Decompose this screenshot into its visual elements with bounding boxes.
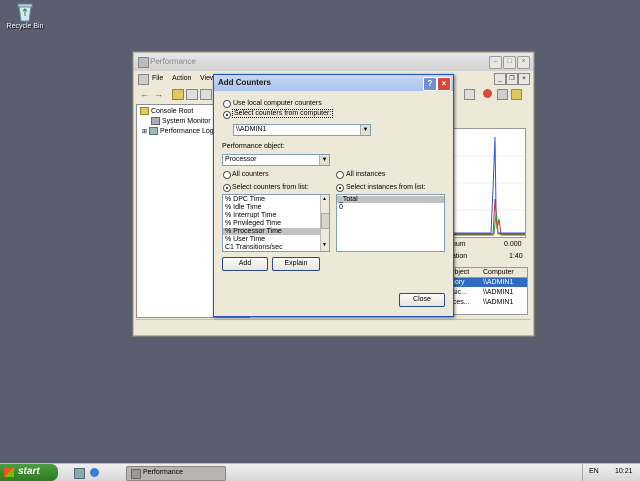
clock[interactable]: 10:21 <box>615 468 633 475</box>
expand-plus-icon: ⊞ <box>142 128 148 135</box>
counters-scrollbar[interactable]: ▲ ▼ <box>320 195 329 251</box>
menu-action[interactable]: Action <box>172 75 191 82</box>
list-item[interactable]: C1 Transitions/sec <box>225 244 283 251</box>
all-instances-label: All instances <box>346 171 386 178</box>
child-close-button[interactable]: × <box>518 73 530 85</box>
system-tray: EN 10:21 <box>582 464 640 481</box>
performance-graph <box>452 128 526 238</box>
quicklaunch-explorer-icon[interactable] <box>74 468 85 479</box>
dialog-close-x-button[interactable]: × <box>437 77 451 91</box>
scroll-down-icon[interactable]: ▼ <box>322 242 327 248</box>
all-counters-label: All counters <box>232 171 269 178</box>
select-instances-radio[interactable] <box>336 184 344 192</box>
recycle-bin-desktop-icon[interactable]: Recycle Bin <box>4 2 46 30</box>
scroll-up-icon[interactable]: ▲ <box>322 196 327 202</box>
taskbar: start Performance EN 10:21 <box>0 463 640 481</box>
child-restore-button[interactable]: ❐ <box>506 73 518 85</box>
taskbar-performance-button[interactable]: Performance <box>126 466 226 481</box>
list-item[interactable]: % DPC Time <box>225 196 265 203</box>
task-label: Performance <box>143 469 184 476</box>
mmc-icon <box>138 74 149 85</box>
table-row[interactable]: mory \\ADMIN1 <box>447 278 527 287</box>
close-window-button[interactable]: × <box>517 56 530 69</box>
close-button[interactable]: Close <box>399 293 445 307</box>
language-indicator[interactable]: EN <box>589 468 599 475</box>
recycle-bin-icon <box>16 2 34 22</box>
list-item[interactable]: % Interrupt Time <box>225 212 276 219</box>
table-row[interactable]: ysic... \\ADMIN1 <box>447 288 527 297</box>
minimize-button[interactable]: – <box>489 56 502 69</box>
graph-lines <box>453 136 525 236</box>
select-computer-radio[interactable] <box>223 111 231 119</box>
performance-task-icon <box>131 469 141 479</box>
performance-window-title: Performance <box>150 57 196 66</box>
performance-title-bar[interactable]: Performance – □ × <box>134 53 533 71</box>
tree-item-console-root[interactable]: Console Root <box>140 107 193 115</box>
child-minimize-button[interactable]: _ <box>494 73 506 85</box>
all-instances-radio[interactable] <box>336 171 344 179</box>
table-row[interactable]: oces... \\ADMIN1 <box>447 298 527 307</box>
select-counters-radio[interactable] <box>223 184 231 192</box>
logs-icon <box>148 127 158 135</box>
status-bar <box>136 319 530 332</box>
use-local-label: Use local computer counters <box>233 100 322 107</box>
computer-select[interactable]: \\ADMIN1 ▼ <box>233 124 371 136</box>
grid-header-computer[interactable]: Computer <box>483 269 514 276</box>
all-counters-radio[interactable] <box>223 171 231 179</box>
list-item[interactable]: 0 <box>339 204 343 211</box>
dialog-title-bar[interactable]: Add Counters ? × <box>214 75 453 91</box>
monitor-icon <box>151 117 160 125</box>
start-label: start <box>18 466 40 477</box>
menu-file[interactable]: File <box>152 75 163 82</box>
up-folder-icon[interactable] <box>172 89 184 100</box>
folder-icon <box>140 107 149 115</box>
select-computer-label: Select counters from computer: <box>232 109 334 118</box>
quicklaunch-ie-icon[interactable] <box>90 468 99 477</box>
back-arrow-icon[interactable]: ← <box>140 89 149 99</box>
properties-icon[interactable] <box>464 89 475 100</box>
show-hide-tree-icon[interactable] <box>186 89 198 100</box>
minimum-value: 0.000 <box>504 241 522 248</box>
select-counters-label: Select counters from list: <box>232 184 309 191</box>
list-item-selected[interactable]: _Total <box>337 196 444 203</box>
list-item[interactable]: % Idle Time <box>225 204 262 211</box>
maximize-button[interactable]: □ <box>503 56 516 69</box>
copy-properties-icon[interactable] <box>511 89 522 100</box>
chevron-down-icon[interactable]: ▼ <box>360 125 370 135</box>
delete-counter-icon[interactable] <box>483 89 492 98</box>
instances-list[interactable]: _Total 0 <box>336 194 445 252</box>
grid-header: Object Computer <box>447 268 527 278</box>
duration-value: 1:40 <box>509 253 523 260</box>
chevron-down-icon[interactable]: ▼ <box>319 155 329 165</box>
explain-button[interactable]: Explain <box>272 257 320 271</box>
select-instances-label: Select instances from list: <box>346 184 426 191</box>
list-item[interactable]: % Privileged Time <box>225 220 281 227</box>
windows-logo-icon <box>4 467 14 477</box>
recycle-bin-label: Recycle Bin <box>6 23 44 30</box>
dialog-help-button[interactable]: ? <box>423 77 437 91</box>
tree-item-performance-logs[interactable]: ⊞ Performance Logs <box>142 127 217 135</box>
help-icon[interactable] <box>200 89 212 100</box>
start-button[interactable]: start <box>0 464 58 481</box>
duration-label: ation <box>452 253 468 260</box>
forward-arrow-icon[interactable]: → <box>154 89 163 99</box>
highlight-icon[interactable] <box>497 89 508 100</box>
counters-list[interactable]: % DPC Time % Idle Time % Interrupt Time … <box>222 194 330 252</box>
list-item-selected[interactable]: % Processor Time <box>223 228 321 235</box>
dialog-title: Add Counters <box>218 78 271 87</box>
add-button[interactable]: Add <box>222 257 268 271</box>
counter-grid: Object Computer mory \\ADMIN1 ysic... \\… <box>446 267 528 315</box>
minimum-label: num <box>452 241 466 248</box>
scroll-thumb[interactable] <box>321 213 329 229</box>
performance-app-icon <box>138 57 149 68</box>
performance-object-select[interactable]: Processor ▼ <box>222 154 330 166</box>
list-item[interactable]: % User Time <box>225 236 265 243</box>
tree-item-system-monitor[interactable]: System Monitor <box>151 117 211 125</box>
add-counters-dialog: Add Counters ? × Use local computer coun… <box>213 74 454 317</box>
use-local-radio[interactable] <box>223 100 231 108</box>
performance-object-label: Performance object: <box>222 143 285 150</box>
